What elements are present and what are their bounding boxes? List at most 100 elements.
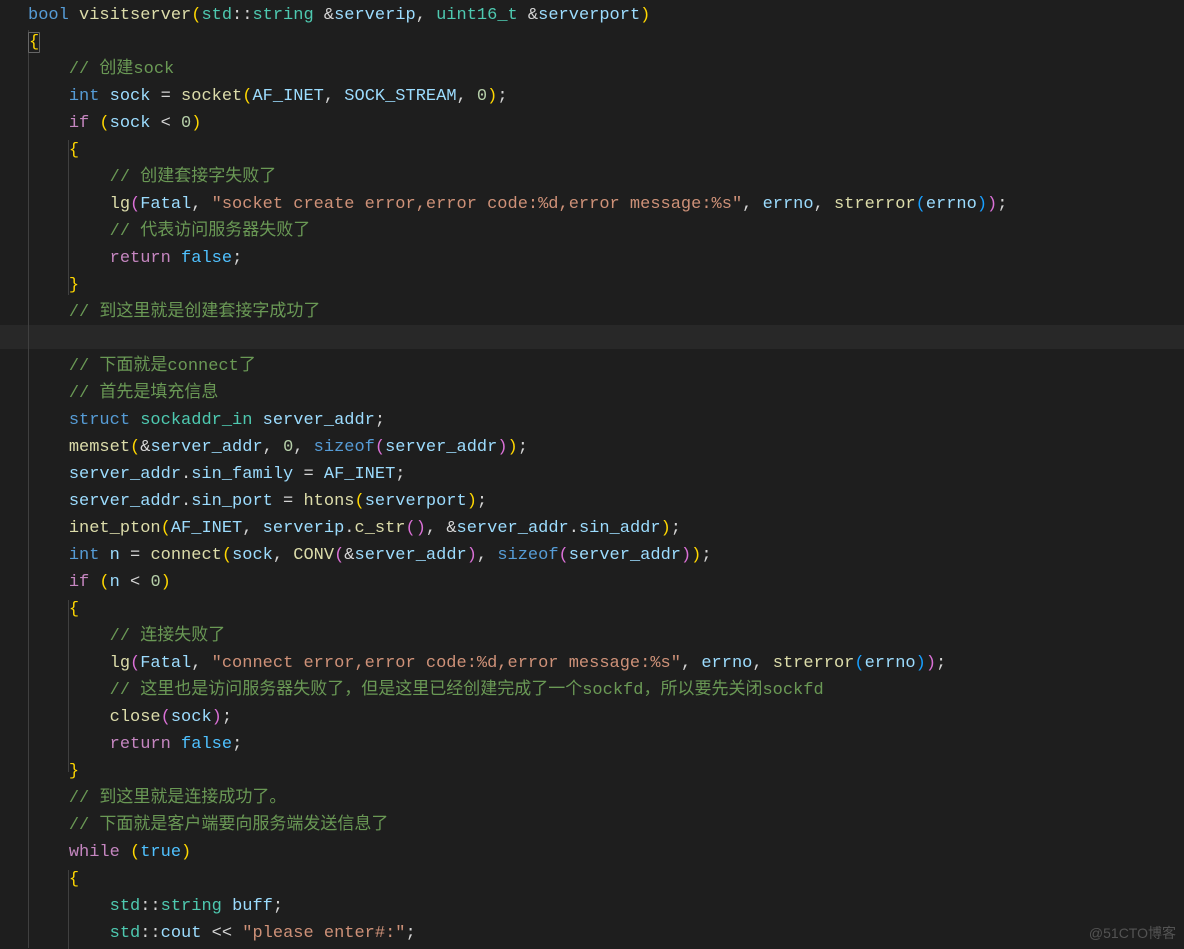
code-token — [28, 384, 69, 403]
code-line[interactable]: // 到这里就是创建套接字成功了 — [28, 299, 1184, 326]
code-token: , — [263, 438, 283, 457]
code-token: AF_INET — [324, 465, 395, 484]
code-line[interactable]: } — [28, 758, 1184, 785]
code-token: = — [293, 465, 324, 484]
code-line[interactable]: inet_pton(AF_INET, serverip.c_str(), &se… — [28, 515, 1184, 542]
code-line[interactable]: int n = connect(sock, CONV(&server_addr)… — [28, 542, 1184, 569]
code-token: ) — [161, 573, 171, 592]
code-line[interactable]: close(sock); — [28, 704, 1184, 731]
code-token: server_addr — [569, 546, 681, 565]
code-token: ) — [497, 438, 507, 457]
code-line[interactable]: // 创建套接字失败了 — [28, 164, 1184, 191]
code-line[interactable]: std::string buff; — [28, 893, 1184, 920]
code-token — [89, 114, 99, 133]
code-line[interactable]: // 到这里就是连接成功了。 — [28, 785, 1184, 812]
code-token: SOCK_STREAM — [344, 87, 456, 106]
code-token — [171, 735, 181, 754]
code-token: ( — [222, 546, 232, 565]
code-token: & — [518, 6, 538, 25]
code-token: false — [181, 735, 232, 754]
code-line[interactable]: return false; — [28, 731, 1184, 758]
code-token: // 下面就是客户端要向服务端发送信息了 — [69, 816, 389, 835]
code-token: ; — [406, 924, 416, 943]
code-token — [28, 195, 110, 214]
code-line[interactable]: { — [28, 866, 1184, 893]
code-line[interactable]: bool visitserver(std::string &serverip, … — [28, 2, 1184, 29]
code-line[interactable]: struct sockaddr_in server_addr; — [28, 407, 1184, 434]
code-line[interactable] — [28, 326, 1184, 353]
code-token: AF_INET — [252, 87, 323, 106]
code-token: serverport — [538, 6, 640, 25]
code-token — [28, 519, 69, 538]
code-token: , — [416, 6, 436, 25]
code-line[interactable]: { — [28, 137, 1184, 164]
code-token: server_addr — [150, 438, 262, 457]
code-token — [171, 249, 181, 268]
code-line[interactable]: // 首先是填充信息 — [28, 380, 1184, 407]
code-line[interactable]: lg(Fatal, "socket create error,error cod… — [28, 191, 1184, 218]
code-line[interactable]: // 连接失败了 — [28, 623, 1184, 650]
code-line[interactable]: memset(&server_addr, 0, sizeof(server_ad… — [28, 434, 1184, 461]
code-token: , — [324, 87, 344, 106]
code-token: ) — [661, 519, 671, 538]
code-token: std — [110, 897, 141, 916]
code-token: ) — [487, 87, 497, 106]
code-token: { — [69, 141, 79, 160]
code-token: serverport — [365, 492, 467, 511]
code-token: , & — [426, 519, 457, 538]
code-line[interactable]: // 创建sock — [28, 56, 1184, 83]
code-token: ) — [691, 546, 701, 565]
code-token: server_addr — [457, 519, 569, 538]
watermark: @51CTO博客 — [1089, 923, 1176, 943]
code-token — [28, 681, 110, 700]
code-line[interactable]: int sock = socket(AF_INET, SOCK_STREAM, … — [28, 83, 1184, 110]
code-line[interactable]: std::cout << "please enter#:"; — [28, 920, 1184, 947]
code-token — [28, 492, 69, 511]
code-token — [28, 438, 69, 457]
code-lines[interactable]: bool visitserver(std::string &serverip, … — [0, 0, 1184, 947]
code-token: ) — [926, 654, 936, 673]
code-line[interactable]: if (sock < 0) — [28, 110, 1184, 137]
code-token: string — [161, 897, 222, 916]
code-line[interactable]: // 代表访问服务器失败了 — [28, 218, 1184, 245]
code-line[interactable]: server_addr.sin_port = htons(serverport)… — [28, 488, 1184, 515]
code-token: CONV — [293, 546, 334, 565]
code-line[interactable]: return false; — [28, 245, 1184, 272]
code-token: c_str — [355, 519, 406, 538]
code-token: if — [69, 573, 89, 592]
code-token: ; — [395, 465, 405, 484]
code-token: Fatal — [140, 654, 191, 673]
code-token: inet_pton — [69, 519, 161, 538]
code-token: // 到这里就是连接成功了。 — [69, 789, 287, 808]
code-token: . — [569, 519, 579, 538]
code-line[interactable]: // 下面就是客户端要向服务端发送信息了 — [28, 812, 1184, 839]
code-token: ; — [222, 708, 232, 727]
code-token: strerror — [834, 195, 916, 214]
code-token: ( — [99, 114, 109, 133]
code-token: = — [150, 87, 181, 106]
code-token — [28, 60, 69, 79]
code-token: ( — [130, 438, 140, 457]
code-token: // 到这里就是创建套接字成功了 — [69, 303, 321, 322]
code-line[interactable]: lg(Fatal, "connect error,error code:%d,e… — [28, 650, 1184, 677]
code-token — [28, 897, 110, 916]
code-line[interactable]: { — [28, 596, 1184, 623]
code-token — [28, 789, 69, 808]
code-line[interactable]: server_addr.sin_family = AF_INET; — [28, 461, 1184, 488]
code-token — [28, 573, 69, 592]
code-token — [28, 249, 110, 268]
code-token: ) — [977, 195, 987, 214]
code-line[interactable]: while (true) — [28, 839, 1184, 866]
code-token: & — [140, 438, 150, 457]
code-line[interactable]: // 下面就是connect了 — [28, 353, 1184, 380]
code-token — [28, 762, 69, 781]
code-line[interactable]: // 这里也是访问服务器失败了，但是这里已经创建完成了一个sockfd，所以要先… — [28, 677, 1184, 704]
code-editor[interactable]: bool visitserver(std::string &serverip, … — [0, 0, 1184, 949]
code-line[interactable]: } — [28, 272, 1184, 299]
code-line[interactable]: if (n < 0) — [28, 569, 1184, 596]
code-token: } — [69, 276, 79, 295]
code-line[interactable]: { — [28, 29, 1184, 56]
code-token: ; — [671, 519, 681, 538]
code-token: ; — [477, 492, 487, 511]
code-token: std — [201, 6, 232, 25]
